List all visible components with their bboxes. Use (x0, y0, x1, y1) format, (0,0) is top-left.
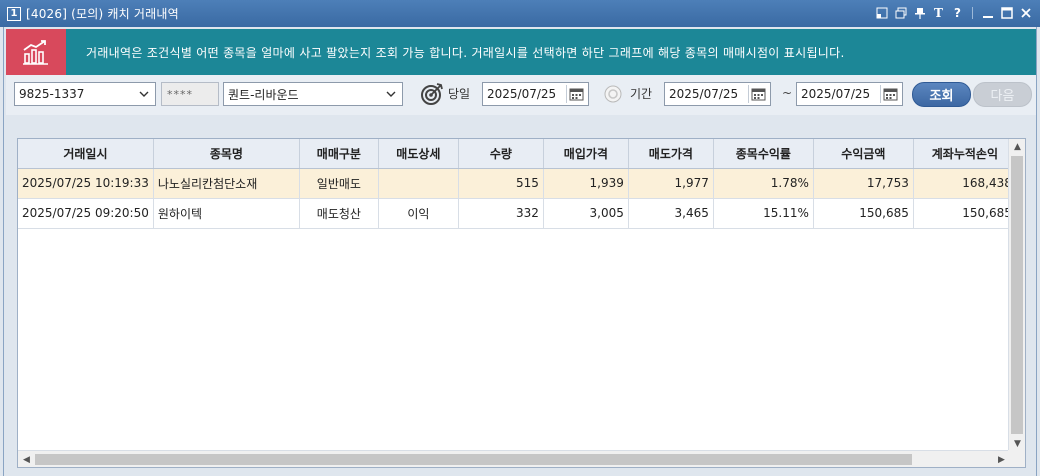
cell-trade-datetime: 2025/07/25 09:20:50 (18, 198, 154, 229)
column-header[interactable]: 매입가격 (543, 139, 629, 169)
period-start-value: 2025/07/25 (669, 87, 739, 101)
column-header[interactable]: 수익금액 (813, 139, 914, 169)
vertical-scrollbar[interactable]: ▲ ▼ (1008, 139, 1025, 452)
column-header[interactable]: 계좌누적손익 (913, 139, 1017, 169)
account-value: 9825-1337 (19, 87, 85, 101)
cell-cumulative-pnl: 150,685 (913, 198, 1017, 229)
horizontal-scrollbar[interactable]: ◀ ▶ (18, 450, 1010, 467)
column-header[interactable]: 종목수익률 (713, 139, 814, 169)
cell-trade-type: 일반매도 (299, 168, 379, 199)
cell-sell-price: 3,465 (628, 198, 714, 229)
cell-stock-name: 나노실리칸첨단소재 (153, 168, 300, 199)
window-number-badge: 1 (7, 6, 21, 21)
window-title: [4026] (모의) 캐치 거래내역 (26, 7, 179, 21)
calendar-icon[interactable] (748, 85, 768, 103)
period-end-input[interactable]: 2025/07/25 (796, 82, 903, 106)
today-date-value: 2025/07/25 (487, 87, 557, 101)
close-icon[interactable] (1019, 7, 1032, 20)
table-row[interactable]: 2025/07/25 10:19:33 나노실리칸첨단소재 일반매도 515 1… (18, 168, 1017, 199)
today-radio-target-icon[interactable] (420, 82, 444, 106)
title-bar-divider (972, 7, 973, 19)
search-toolbar: 9825-1337 **** 퀀트-리바운드 당일 2025/07/25 기간 … (6, 75, 1036, 115)
cell-profit-amount: 150,685 (813, 198, 914, 229)
query-button[interactable]: 조회 (912, 82, 971, 107)
scrollbar-corner (1008, 450, 1025, 467)
font-size-icon[interactable]: T (932, 7, 945, 20)
chart-growth-icon (6, 29, 66, 75)
minimize-icon[interactable] (981, 7, 994, 20)
trade-history-table: 거래일시 종목명 매매구분 매도상세 수량 매입가격 매도가격 종목수익률 수익… (18, 139, 1017, 229)
period-end-value: 2025/07/25 (801, 87, 871, 101)
today-radio-label[interactable]: 당일 (448, 85, 470, 102)
table-header-row: 거래일시 종목명 매매구분 매도상세 수량 매입가격 매도가격 종목수익률 수익… (18, 139, 1017, 169)
cell-return-rate: 15.11% (713, 198, 814, 229)
column-header[interactable]: 수량 (458, 139, 544, 169)
calendar-icon[interactable] (566, 85, 586, 103)
cell-return-rate: 1.78% (713, 168, 814, 199)
period-separator: ~ (782, 86, 793, 100)
today-date-input[interactable]: 2025/07/25 (482, 82, 589, 106)
condition-value: 퀀트-리바운드 (228, 87, 299, 102)
cell-cumulative-pnl: 168,438 (913, 168, 1017, 199)
period-start-input[interactable]: 2025/07/25 (664, 82, 771, 106)
cell-quantity: 515 (458, 168, 544, 199)
title-bar-controls: T ? (875, 4, 1032, 22)
chevron-down-icon[interactable] (384, 87, 398, 101)
cell-quantity: 332 (458, 198, 544, 229)
condition-select[interactable]: 퀀트-리바운드 (223, 82, 403, 106)
column-header[interactable]: 매매구분 (299, 139, 379, 169)
cell-sell-price: 1,977 (628, 168, 714, 199)
vertical-scroll-thumb[interactable] (1011, 156, 1023, 434)
password-field[interactable]: **** (161, 82, 219, 106)
next-button[interactable]: 다음 (973, 82, 1032, 107)
banner-description: 거래내역은 조건식별 어떤 종목을 얼마에 사고 팔았는지 조회 가능 합니다.… (86, 45, 845, 60)
calendar-icon[interactable] (880, 85, 900, 103)
layout-icon[interactable] (875, 7, 888, 20)
cell-stock-name: 원하이텍 (153, 198, 300, 229)
cell-sell-detail (378, 168, 459, 199)
cell-trade-datetime: 2025/07/25 10:19:33 (18, 168, 154, 199)
account-select[interactable]: 9825-1337 (14, 82, 156, 106)
scroll-left-icon[interactable]: ◀ (18, 451, 35, 467)
cell-buy-price: 1,939 (543, 168, 629, 199)
column-header[interactable]: 종목명 (153, 139, 300, 169)
cell-trade-type: 매도청산 (299, 198, 379, 229)
copy-window-icon[interactable] (894, 7, 907, 20)
horizontal-scroll-thumb[interactable] (35, 454, 912, 465)
pin-icon[interactable] (913, 7, 926, 20)
help-icon[interactable]: ? (951, 7, 964, 20)
info-banner: 거래내역은 조건식별 어떤 종목을 얼마에 사고 팔았는지 조회 가능 합니다.… (6, 29, 1036, 75)
cell-profit-amount: 17,753 (813, 168, 914, 199)
window-body: 거래내역은 조건식별 어떤 종목을 얼마에 사고 팔았는지 조회 가능 합니다.… (3, 27, 1037, 476)
column-header[interactable]: 매도가격 (628, 139, 714, 169)
column-header[interactable]: 거래일시 (18, 139, 154, 169)
chevron-down-icon[interactable] (137, 87, 151, 101)
trade-history-grid: 거래일시 종목명 매매구분 매도상세 수량 매입가격 매도가격 종목수익률 수익… (17, 138, 1026, 468)
maximize-icon[interactable] (1000, 7, 1013, 20)
scroll-up-icon[interactable]: ▲ (1009, 139, 1025, 155)
period-radio-icon[interactable] (604, 85, 622, 103)
title-bar: 1 [4026] (모의) 캐치 거래내역 T ? (0, 0, 1040, 27)
cell-sell-detail: 이익 (378, 198, 459, 229)
cell-buy-price: 3,005 (543, 198, 629, 229)
period-radio-label[interactable]: 기간 (630, 85, 652, 102)
column-header[interactable]: 매도상세 (378, 139, 459, 169)
table-row[interactable]: 2025/07/25 09:20:50 원하이텍 매도청산 이익 332 3,0… (18, 198, 1017, 229)
